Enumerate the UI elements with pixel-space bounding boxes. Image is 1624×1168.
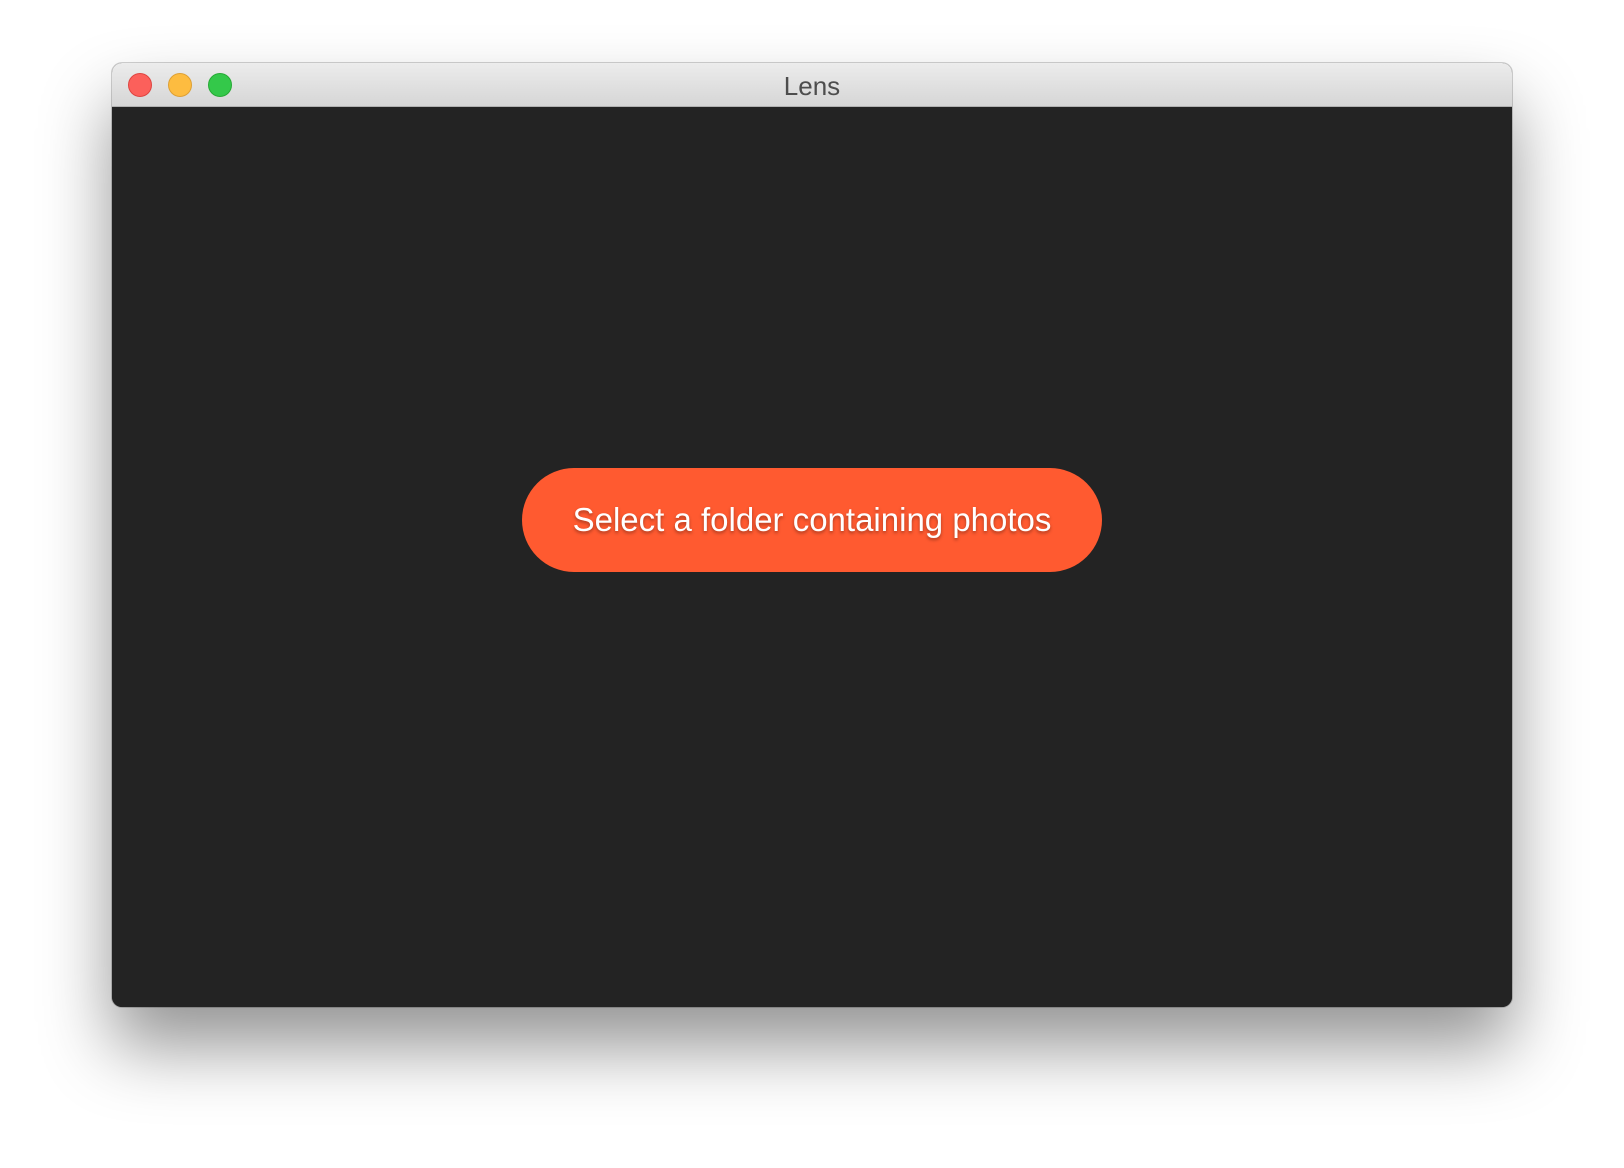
window-title: Lens [783, 71, 841, 101]
select-folder-button[interactable]: Select a folder containing photos [522, 468, 1102, 572]
title-bar[interactable]: Lens [112, 63, 1512, 107]
main-content: Select a folder containing photos [112, 107, 1512, 1007]
app-window: Lens Select a folder containing photos [112, 63, 1512, 1007]
